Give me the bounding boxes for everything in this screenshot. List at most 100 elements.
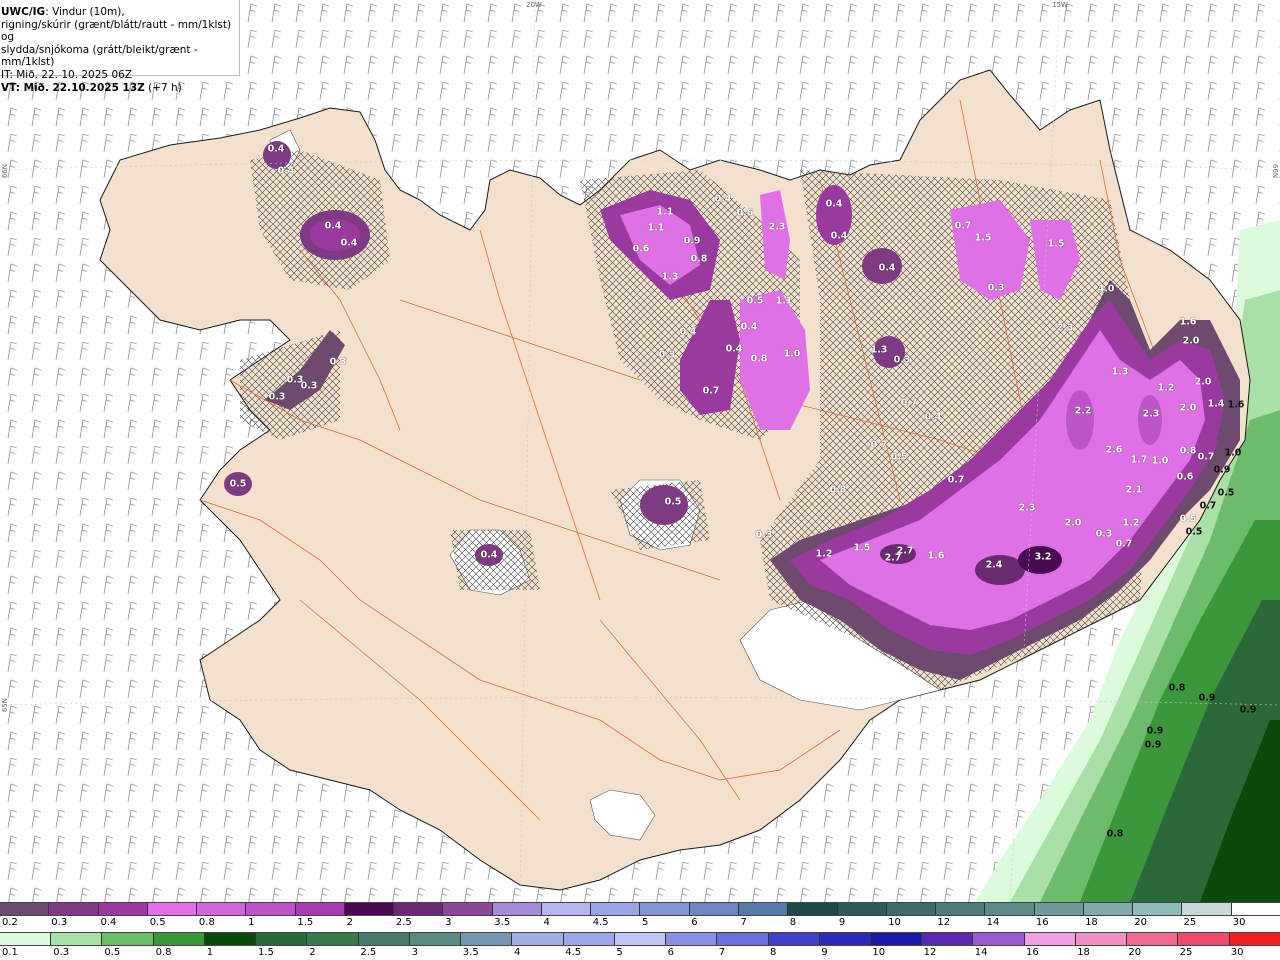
snow-value-label: 0.7 <box>702 385 720 397</box>
legend-snow-swatch <box>245 903 295 915</box>
snow-value-label: 1.5 <box>1047 238 1065 250</box>
legend-rain-label: 12 <box>923 947 937 958</box>
snow-value-label: 0.6 <box>632 243 650 255</box>
snow-value-label: 4.0 <box>1097 283 1115 295</box>
legend-rain-swatch <box>562 933 614 945</box>
legend-rain-swatch <box>460 933 512 945</box>
rain-value-label: 0.9 <box>1146 725 1164 737</box>
legend-snow-label: 1 <box>248 917 255 928</box>
legend-rain-label: 5 <box>616 947 623 958</box>
snow-value-label: 1.2 <box>815 548 833 560</box>
legend-snow-swatch <box>196 903 246 915</box>
snow-value-label: 0.4 <box>825 198 843 210</box>
legend-rain-swatch <box>1023 933 1075 945</box>
snow-value-label: 1.3 <box>1111 366 1129 378</box>
lat-label-65n: 65N <box>1 698 9 713</box>
legend-snow-swatch <box>1132 903 1182 915</box>
snow-value-label: 0.7 <box>900 397 918 409</box>
legend-snow-swatch <box>97 903 147 915</box>
snow-value-label: 2.4 <box>985 559 1003 571</box>
snow-value-label: 0.4 <box>830 230 848 242</box>
snow-value-label: 1.0 <box>1151 455 1169 467</box>
legend-rain-swatch <box>767 933 819 945</box>
snow-value-label: 0.9 <box>683 235 701 247</box>
snow-value-label: 2.0 <box>1179 402 1197 414</box>
legend-rain-label: 25 <box>1179 947 1193 958</box>
legend-snow-swatch <box>491 903 541 915</box>
header-line3: slydda/snjókoma (grátt/bleikt/grænt - mm… <box>1 43 198 69</box>
legend-snow-label: 8 <box>789 917 797 928</box>
legend-snow-label: 6 <box>691 917 698 928</box>
legend-snow-swatch <box>48 903 98 915</box>
snow-value-label: 0.3 <box>1095 528 1113 540</box>
model-name: UWC/IG <box>1 6 46 18</box>
snow-value-label: 0.5 <box>229 478 247 490</box>
legend-rain-swatch <box>203 933 256 945</box>
legend-rain-label: 14 <box>974 947 988 958</box>
legend-rain-swatch <box>0 933 51 945</box>
legend-rain-swatch <box>1074 933 1127 945</box>
legend-snow-label: 7 <box>740 917 747 928</box>
snow-value-label: 0.4 <box>277 165 295 177</box>
valid-time: VT: Mið. 22.10.2025 13Z <box>1 81 145 94</box>
snow-value-label: 2.7 <box>896 545 914 557</box>
legend-snow-label: 0.5 <box>149 917 166 928</box>
legend-rain-label: 0.5 <box>104 947 121 958</box>
legend-rain-label: 20 <box>1128 947 1142 958</box>
snow-value-label: 0.3 <box>893 354 911 366</box>
snow-value-label: 0.7 <box>1115 538 1133 550</box>
snow-value-label: 0.5 <box>664 496 682 508</box>
snow-value-label: 2.2 <box>1074 405 1092 417</box>
snow-value-label: 2.3 <box>768 221 786 233</box>
snow-value-label: 0.3 <box>300 380 318 392</box>
snow-value-label: 1.2 <box>1157 382 1175 394</box>
legend-snow-label: 14 <box>986 917 1000 928</box>
snow-value-label: 1.2 <box>1122 517 1140 529</box>
rain-value-label: 0.9 <box>1198 692 1216 704</box>
snow-value-label: 2.3 <box>1018 502 1036 514</box>
legend-snow-label: 18 <box>1085 917 1098 928</box>
legend-snow-label: 4.5 <box>592 917 609 928</box>
snow-value-label: 1.1 <box>656 206 674 218</box>
legend-rain-label: 30 <box>1230 947 1244 958</box>
legend-snow-label: 3 <box>445 917 452 928</box>
snow-value-label: 0.4 <box>324 220 342 232</box>
rain-value-label: 0.9 <box>1239 704 1257 716</box>
rain-value-label: 1.6 <box>1227 399 1245 411</box>
lon-label-15w: 15W <box>1052 1 1068 9</box>
snow-value-label: 2.6 <box>1105 444 1123 456</box>
snow-value-label: 2.3 <box>1142 408 1160 420</box>
legend-snow-label: 5 <box>642 917 649 928</box>
rain-value-label: 0.5 <box>1217 487 1235 499</box>
init-time: IT: Mið. 22. 10. 2025 06Z <box>1 68 132 81</box>
legend-snow-labels: 0.2 0.3 0.4 0.5 0.8 1 1.5 2 2.5 3 3.5 4 4.5 5 6 7 8 9 10 12… <box>0 917 1280 929</box>
legend-rain-label: 2.5 <box>360 947 377 958</box>
rain-value-label: 0.8 <box>1168 682 1186 694</box>
snow-value-label: 0.7 <box>947 474 965 486</box>
legend-snow-swatch <box>885 903 936 915</box>
legend-rain-swatch <box>665 933 717 945</box>
snow-value-label: 0.5 <box>746 295 764 307</box>
snow-value-label: 0.3 <box>268 391 286 403</box>
lead-time: (+7 h) <box>144 81 182 94</box>
legend-snow-bar <box>0 902 1280 916</box>
legend-snow-swatch <box>146 903 197 915</box>
legend-snow-swatch <box>393 903 443 915</box>
snow-value-label: 2.0 <box>1182 335 1200 347</box>
header-line1: : Vindur (10m), <box>45 6 125 18</box>
map-canvas[interactable] <box>0 0 1280 902</box>
snow-value-label: 2.3 <box>1056 322 1074 334</box>
legend-snow-swatch <box>737 903 788 915</box>
legend-snow-label: 30 <box>1232 917 1246 928</box>
snow-value-label: 0.3 <box>987 282 1005 294</box>
legend-rain-label: 16 <box>1026 947 1039 958</box>
legend-snow-swatch <box>343 903 394 915</box>
legend-rain-swatch <box>921 933 973 945</box>
forecast-header: UWC/IG: Vindur (10m), rigning/skúrir (gr… <box>0 0 240 94</box>
rain-value-label: 0.9 <box>1213 464 1231 476</box>
legend-snow-label: 10 <box>888 917 901 928</box>
legend-rain-label: 0.8 <box>155 947 172 958</box>
snow-value-label: 1.4 <box>1207 398 1225 410</box>
legend-rain-label: 0.1 <box>2 947 18 958</box>
snow-value-label: 0.4 <box>679 326 697 338</box>
